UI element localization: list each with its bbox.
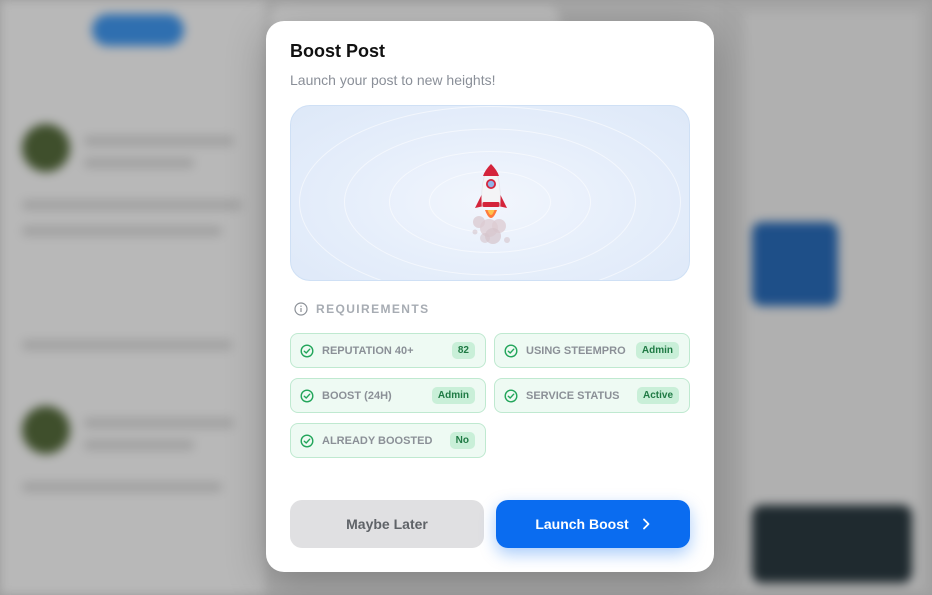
background-text-line <box>22 200 242 210</box>
background-button <box>92 14 184 46</box>
requirement-service-status: SERVICE STATUS Active <box>494 378 690 413</box>
launch-boost-button[interactable]: Launch Boost <box>496 500 690 548</box>
requirement-value-badge: Admin <box>431 387 475 404</box>
maybe-later-button[interactable]: Maybe Later <box>290 500 484 548</box>
requirement-reputation: REPUTATION 40+ 82 <box>290 333 486 368</box>
rocket-icon <box>472 163 510 244</box>
requirement-value-badge: Admin <box>635 342 679 359</box>
requirement-boost-24h: BOOST (24H) Admin <box>290 378 486 413</box>
requirement-label: REPUTATION 40+ <box>322 344 414 357</box>
launch-boost-label: Launch Boost <box>535 516 629 532</box>
maybe-later-label: Maybe Later <box>346 516 428 532</box>
background-text-line <box>84 440 194 450</box>
background-text-line <box>84 158 194 168</box>
requirement-value-badge: 82 <box>451 342 475 359</box>
check-circle-icon <box>504 388 518 403</box>
background-avatar <box>22 124 70 172</box>
background-thumbnail <box>752 222 838 306</box>
info-icon <box>294 302 308 316</box>
requirement-value-badge: Active <box>636 387 679 404</box>
background-text-line <box>84 418 234 428</box>
background-thumbnail <box>752 505 912 583</box>
requirements-title: REQUIREMENTS <box>316 302 430 316</box>
requirement-label: USING STEEMPRO <box>526 344 626 357</box>
requirement-label: ALREADY BOOSTED <box>322 434 433 447</box>
check-circle-icon <box>504 343 518 358</box>
requirement-using-steempro: USING STEEMPRO Admin <box>494 333 690 368</box>
background-feed <box>0 0 265 595</box>
background-text-line <box>22 226 222 236</box>
background-text-line <box>22 340 232 350</box>
requirement-label: BOOST (24H) <box>322 389 392 402</box>
requirement-value-badge: No <box>449 432 475 449</box>
chevron-right-icon <box>642 518 650 530</box>
requirement-already-boosted: ALREADY BOOSTED No <box>290 423 486 458</box>
boost-post-dialog: Boost Post Launch your post to new heigh… <box>266 21 714 572</box>
dialog-subtitle: Launch your post to new heights! <box>290 72 496 88</box>
background-avatar <box>22 406 70 454</box>
hero-illustration <box>290 105 690 281</box>
requirement-label: SERVICE STATUS <box>526 389 620 402</box>
background-text-line <box>22 482 222 492</box>
dialog-title: Boost Post <box>290 41 386 61</box>
check-circle-icon <box>300 388 314 403</box>
check-circle-icon <box>300 433 314 448</box>
requirements-header: REQUIREMENTS <box>294 302 429 316</box>
background-text-line <box>84 136 234 146</box>
check-circle-icon <box>300 343 314 358</box>
